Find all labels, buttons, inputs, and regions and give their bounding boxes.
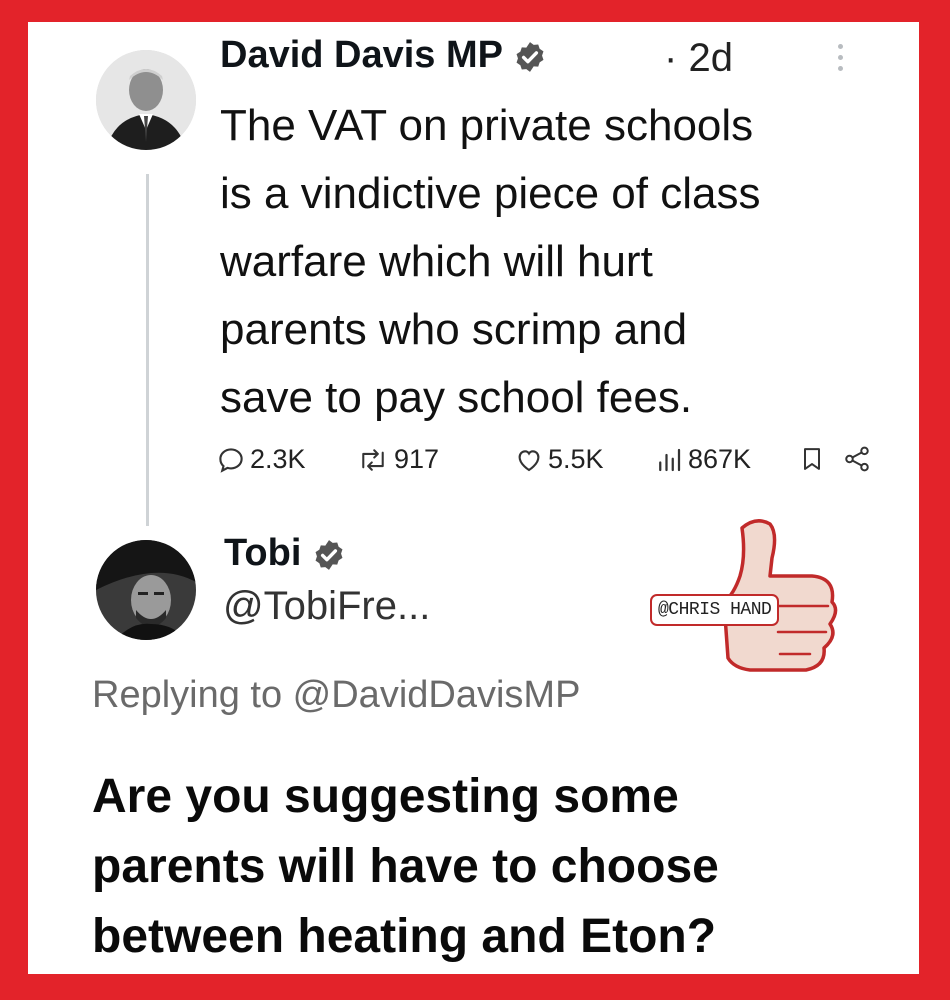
share-icon [845, 446, 869, 472]
verified-badge-icon [315, 540, 343, 570]
author-name[interactable]: David Davis MP [220, 34, 502, 76]
post-time: · 2d [664, 36, 733, 81]
watermark-label: @CHRIS HAND [650, 594, 780, 626]
repost-count: 917 [394, 444, 440, 474]
like-count: 5.5K [548, 444, 604, 474]
reply-line: Are you suggesting some [92, 770, 679, 823]
post-line: warfare which will hurt [220, 237, 653, 286]
reply-count: 2.3K [250, 444, 306, 474]
like-button[interactable]: 5.5K [514, 444, 604, 475]
reply-line: between heating and Eton? [92, 910, 717, 963]
post-age: 2d [688, 36, 733, 80]
reply-line: parents will have to choose [92, 840, 719, 893]
thread-connector [146, 174, 149, 526]
views-button[interactable]: 867K [654, 444, 751, 475]
bookmark-icon [804, 448, 820, 470]
verified-badge-icon [516, 42, 544, 72]
reply-body: Are you suggesting some parents will hav… [92, 762, 892, 972]
views-chart-icon [659, 448, 681, 471]
reply-author-handle[interactable]: @TobiFre... [223, 584, 430, 629]
share-button[interactable] [842, 444, 872, 474]
reply-author-row[interactable]: Tobi [224, 532, 346, 575]
david-davis-avatar[interactable] [96, 50, 196, 150]
heart-icon [518, 449, 540, 471]
post-line: is a vindictive piece of class [220, 169, 761, 218]
tobi-avatar[interactable] [96, 540, 196, 640]
more-options-icon[interactable] [828, 44, 852, 84]
post-body: The VAT on private schools is a vindicti… [220, 92, 900, 432]
reply-author-name[interactable]: Tobi [224, 532, 301, 574]
repost-icon [362, 448, 384, 471]
repost-button[interactable]: 917 [356, 444, 439, 475]
replying-to[interactable]: Replying to @DavidDavisMP [92, 674, 580, 717]
reply-icon [219, 447, 243, 473]
tweet-card: David Davis MP · 2d The VAT on private s… [28, 22, 919, 974]
reply-button[interactable]: 2.3K [216, 444, 306, 475]
post-line: parents who scrimp and [220, 305, 688, 354]
bookmark-button[interactable] [798, 444, 826, 474]
post-line: The VAT on private schools [220, 101, 754, 150]
dot-separator: · [664, 36, 678, 80]
post-line: save to pay school fees. [220, 373, 693, 422]
view-count: 867K [688, 444, 752, 474]
author-name-row[interactable]: David Davis MP [220, 34, 547, 77]
